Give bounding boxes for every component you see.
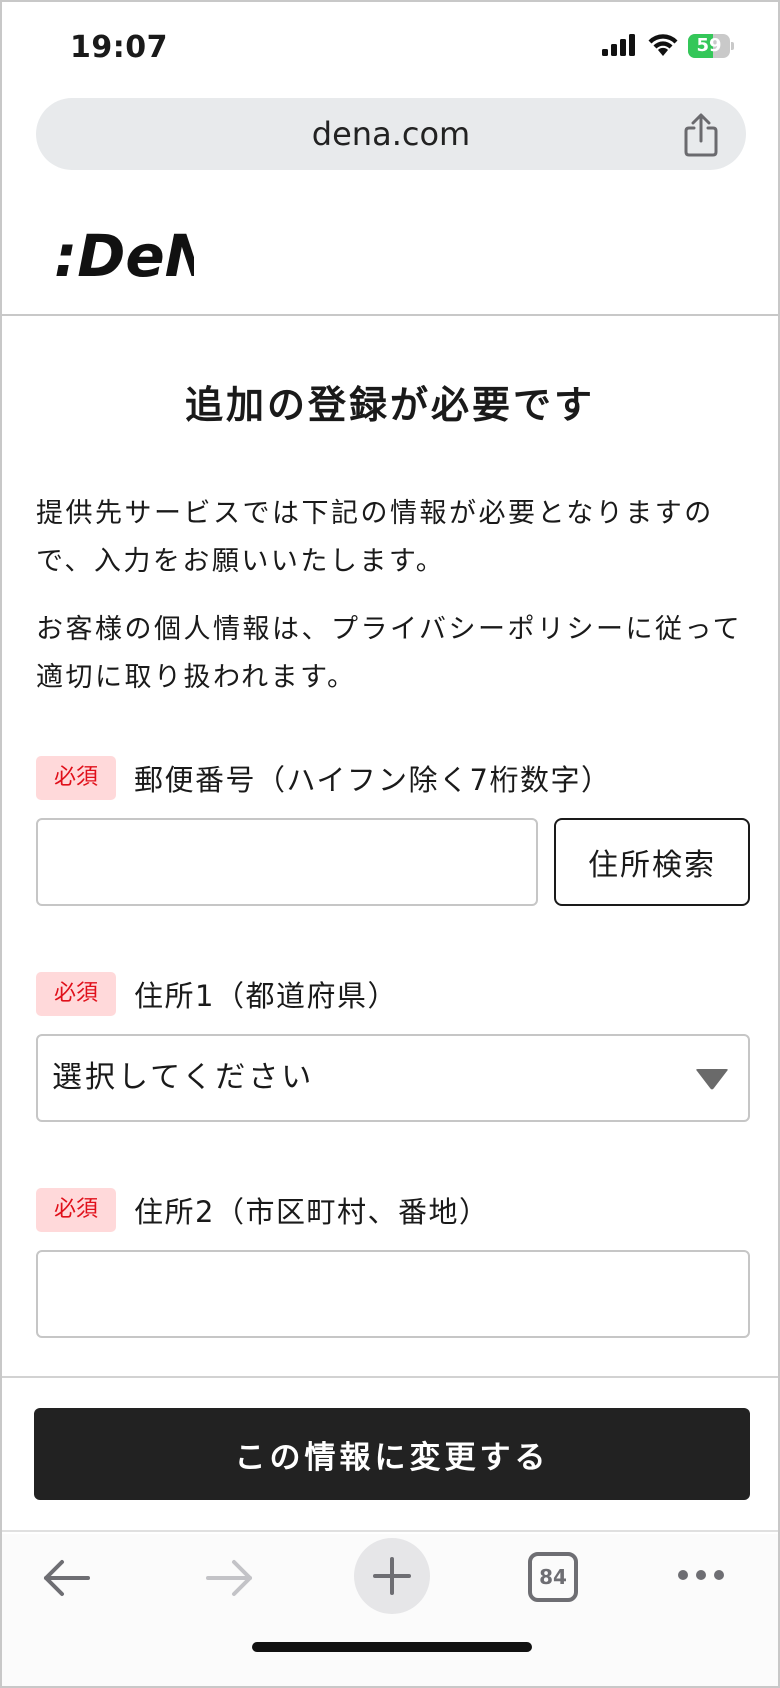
home-indicator bbox=[252, 1642, 532, 1652]
browser-toolbar: 84 bbox=[2, 1534, 778, 1686]
privacy-line-1: お客様の個人情報は、プライバシーポリシーに従って bbox=[36, 614, 743, 645]
tabs-icon[interactable]: 84 bbox=[528, 1552, 578, 1602]
status-time: 19:07 bbox=[70, 30, 168, 65]
address-search-button[interactable]: 住所検索 bbox=[554, 818, 750, 906]
address2-input[interactable] bbox=[36, 1250, 750, 1338]
postal-code-input[interactable] bbox=[36, 818, 538, 906]
address2-label-row: 必須 住所2（市区町村、番地） bbox=[36, 1188, 489, 1232]
chevron-down-icon bbox=[696, 1069, 728, 1090]
wifi-icon bbox=[648, 34, 678, 56]
prefecture-selected-value: 選択してください bbox=[52, 1060, 315, 1095]
postal-label-row: 必須 郵便番号（ハイフン除く7桁数字） bbox=[36, 756, 611, 800]
forward-icon[interactable] bbox=[204, 1558, 254, 1598]
screen: 19:07 59 dena.com:De 追加の登録が必要です 提供先サービス… bbox=[0, 0, 780, 1688]
share-icon[interactable] bbox=[681, 113, 721, 157]
privacy-line-2: 適切に取り扱われます。 bbox=[36, 662, 357, 693]
battery-percent: 59 bbox=[696, 35, 722, 56]
plus-icon bbox=[373, 1557, 411, 1595]
tab-count: 84 bbox=[539, 1565, 567, 1589]
intro-line-1: 提供先サービスでは下記の情報が必要となりますの bbox=[36, 498, 714, 529]
required-badge: 必須 bbox=[36, 756, 116, 800]
intro-line-2: で、入力をお願いいたします。 bbox=[36, 546, 446, 577]
required-badge: 必須 bbox=[36, 972, 116, 1016]
dena-logo[interactable]: :DeNA bbox=[54, 222, 194, 286]
url-text: dena.com bbox=[311, 115, 471, 153]
privacy-paragraph: お客様の個人情報は、プライバシーポリシーに従って 適切に取り扱われます。 bbox=[36, 606, 748, 702]
submit-area: この情報に変更する bbox=[2, 1376, 778, 1532]
page-title: 追加の登録が必要です bbox=[184, 383, 595, 427]
prefecture-label-row: 必須 住所1（都道府県） bbox=[36, 972, 398, 1016]
prefecture-select[interactable]: 選択してください bbox=[36, 1034, 750, 1122]
new-tab-button[interactable] bbox=[354, 1538, 430, 1614]
logo-text: :DeNA bbox=[54, 222, 194, 286]
submit-button[interactable]: この情報に変更する bbox=[34, 1408, 750, 1500]
back-icon[interactable] bbox=[42, 1558, 92, 1598]
address2-label: 住所2（市区町村、番地） bbox=[134, 1195, 490, 1229]
signal-icon bbox=[602, 34, 635, 56]
intro-paragraph: 提供先サービスでは下記の情報が必要となりますの で、入力をお願いいたします。 bbox=[36, 490, 748, 586]
battery-icon: 59 bbox=[688, 34, 734, 58]
site-header: :DeNA bbox=[2, 178, 778, 316]
postal-label: 郵便番号（ハイフン除く7桁数字） bbox=[134, 763, 612, 797]
more-icon[interactable] bbox=[676, 1568, 726, 1582]
status-bar: 19:07 59 bbox=[2, 2, 778, 94]
prefecture-label: 住所1（都道府県） bbox=[134, 979, 398, 1013]
address-bar[interactable]: dena.com bbox=[36, 98, 746, 170]
required-badge: 必須 bbox=[36, 1188, 116, 1232]
